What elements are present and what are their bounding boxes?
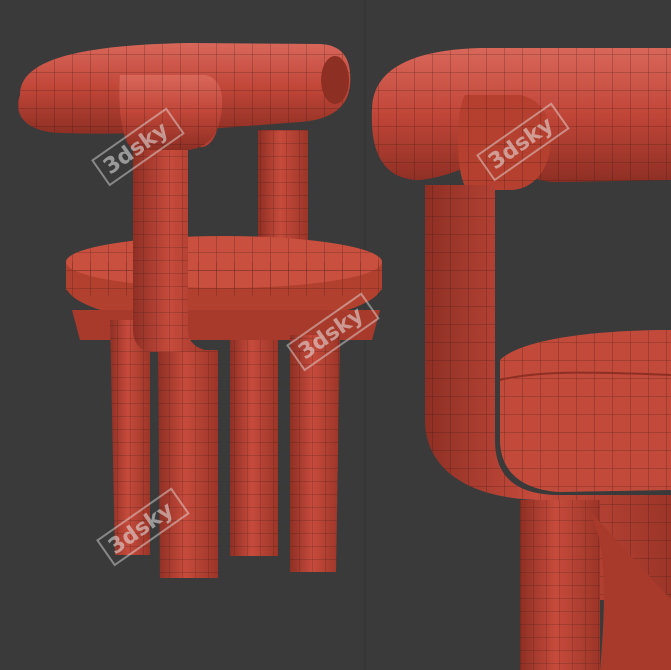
render-canvas: 3dsky 3dsky 3dsky 3dsky (0, 0, 671, 670)
